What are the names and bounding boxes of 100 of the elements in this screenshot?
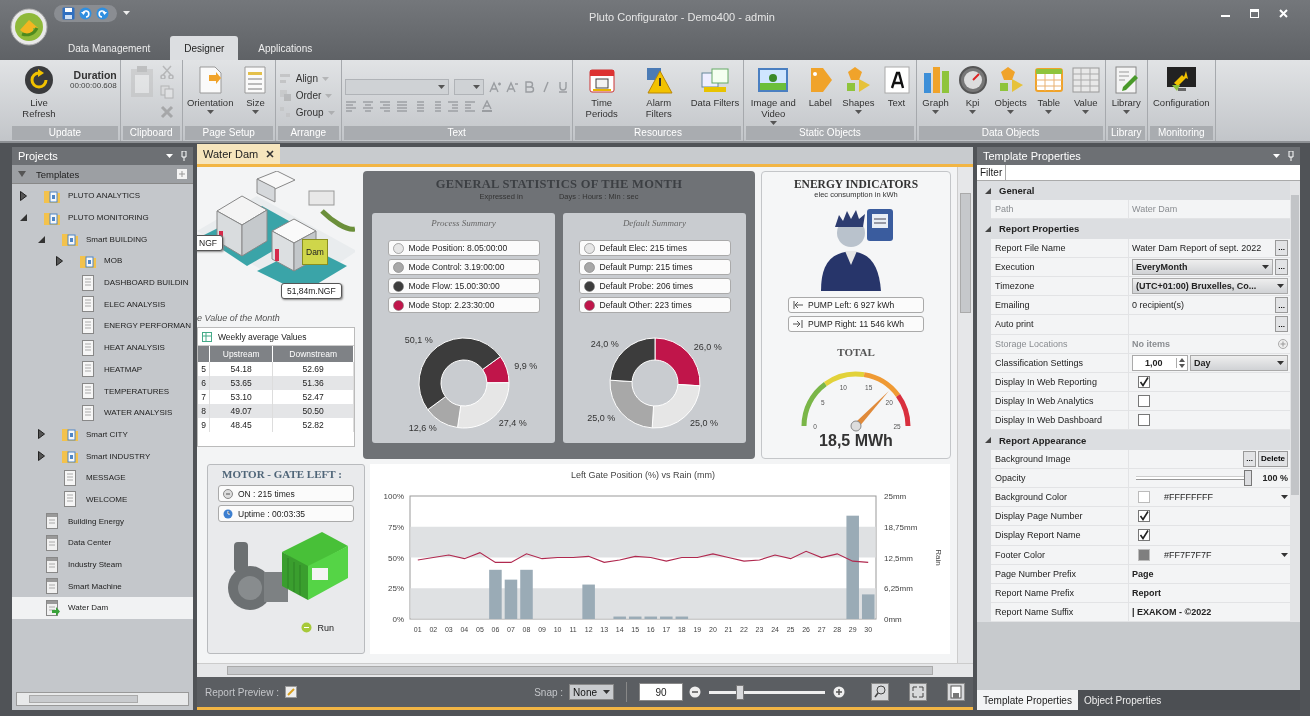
ribbon-button[interactable]: Text: [880, 65, 913, 108]
data-label: 9,9 %: [513, 361, 537, 372]
tree-item[interactable]: ELEC ANALYSIS: [12, 293, 193, 316]
ribbon-button[interactable]: Graph: [919, 65, 952, 114]
tree-item[interactable]: HEATMAP: [12, 358, 193, 381]
data-label: 24,0 %: [590, 339, 619, 350]
axis-tick-label: 6,25mm: [884, 584, 913, 594]
property-label: Display In Web Dashboard: [991, 411, 1129, 430]
property-value: #FFFFFFFF: [1164, 492, 1214, 503]
summary-title: Process Summary: [431, 218, 496, 228]
tree-item[interactable]: Smart BUILDING: [12, 228, 193, 251]
ribbon-button[interactable]: Image and Video: [747, 65, 800, 125]
pump-label: PUMP Left: 6 927 kWh: [808, 300, 895, 310]
tree-item[interactable]: MOB: [12, 250, 193, 272]
property-label: Background Image: [991, 449, 1129, 468]
ellipsis-button[interactable]: ...: [1243, 450, 1256, 467]
ribbon-button[interactable]: Configuration: [1152, 65, 1211, 108]
ribbon-group-label: Page Setup: [184, 126, 273, 140]
stat-label: Uptime : 00:03:35: [238, 508, 306, 519]
ribbon-group-label: Data Objects: [918, 126, 1103, 140]
tree-item[interactable]: TEMPERATURES: [12, 380, 193, 402]
property-value: Page: [1132, 568, 1155, 579]
tree-item[interactable]: Smart Machine: [12, 575, 193, 598]
tree-item[interactable]: PLUTO MONITORING: [12, 206, 193, 229]
ribbon-button[interactable]: Live Refresh: [13, 65, 65, 119]
section-header: Report Appearance: [999, 434, 1087, 446]
panel-tab[interactable]: Template Properties: [977, 690, 1078, 710]
axis-tick-label: 100%: [383, 492, 404, 501]
column-header: Upstream: [209, 346, 273, 362]
tree-item[interactable]: Smart CITY: [12, 423, 193, 446]
dropdown[interactable]: Day: [1190, 354, 1288, 371]
tree-item[interactable]: WATER ANALYSIS: [12, 401, 193, 424]
ellipsis-button[interactable]: ...: [1275, 297, 1288, 314]
duration-label: Duration: [73, 69, 117, 81]
tree-item[interactable]: Building Energy: [12, 510, 193, 532]
tree-item[interactable]: Water Dam: [12, 597, 193, 619]
total-label: TOTAL: [837, 346, 875, 358]
property-label: Report File Name: [991, 238, 1129, 257]
ribbon-button[interactable]: Objects: [993, 65, 1028, 114]
tree-item[interactable]: HEAT ANALYSIS: [12, 336, 193, 359]
tree-item[interactable]: Data Center: [12, 532, 193, 554]
panel-tab[interactable]: Object Properties: [1077, 690, 1168, 710]
property-label: Execution: [991, 257, 1129, 276]
panel-title: Projects: [18, 150, 58, 162]
table-cell: 52.82: [272, 418, 354, 432]
ribbon-button[interactable]: Orientation: [185, 65, 235, 114]
legend-label: Mode Stop: 2.23:30:00: [408, 300, 495, 310]
column-header: Downstream: [272, 346, 354, 362]
tree-item[interactable]: MESSAGE: [12, 466, 193, 489]
axis-title: Rain: [934, 549, 943, 566]
legend-label: Default Elec: 215 times: [599, 243, 687, 253]
ribbon-button[interactable]: Alarm Filters: [632, 65, 685, 119]
property-label: Opacity: [991, 468, 1129, 487]
legend-label: Default Pump: 215 times: [599, 262, 693, 272]
snap-dropdown[interactable]: None: [569, 684, 614, 700]
property-label: Auto print: [991, 315, 1129, 334]
section-header: General: [999, 185, 1035, 197]
property-label: Report Name Suffix: [991, 603, 1129, 622]
ribbon-button[interactable]: Library: [1110, 65, 1143, 114]
data-label: 25,0 %: [586, 413, 615, 424]
tree-item[interactable]: PLUTO ANALYTICS: [12, 185, 193, 207]
preview-label: Report Preview :: [205, 686, 279, 698]
ribbon-button[interactable]: Time Periods: [575, 65, 628, 119]
document-tab[interactable]: Water Dam: [197, 144, 281, 164]
ribbon-tab[interactable]: Applications: [244, 36, 327, 60]
tree-item[interactable]: Industry Steam: [12, 553, 193, 576]
ellipsis-button[interactable]: ...: [1275, 258, 1288, 275]
tree-item[interactable]: DASHBOARD BUILDIN: [12, 271, 193, 294]
property-label: Report Name Prefix: [991, 583, 1129, 603]
number-spinner[interactable]: 1,00: [1132, 354, 1188, 371]
ribbon-tab[interactable]: Data Management: [54, 36, 165, 60]
ribbon-button[interactable]: Label: [804, 65, 837, 108]
ribbon-button[interactable]: Table: [1032, 65, 1065, 114]
ribbon-tab[interactable]: Designer: [170, 36, 239, 60]
ribbon-button[interactable]: Kpi: [956, 65, 989, 114]
tree-item[interactable]: ENERGY PERFORMAN: [12, 315, 193, 337]
pump-label: PUMP Right: 11 546 kWh: [808, 319, 905, 329]
tree-item[interactable]: WELCOME: [12, 488, 193, 511]
ribbon-button[interactable]: Data Filters: [689, 65, 741, 108]
zoom-field[interactable]: 90: [639, 683, 683, 701]
axis-tick-label: 0mm: [884, 615, 902, 624]
ribbon-button[interactable]: Value: [1069, 65, 1102, 114]
ribbon-button[interactable]: Size: [239, 65, 272, 114]
ribbon-button[interactable]: Shapes: [841, 65, 876, 114]
ellipsis-button[interactable]: ...: [1275, 239, 1288, 256]
ribbon-group-label: Clipboard: [122, 126, 180, 140]
table-cell: 53.65: [209, 376, 273, 390]
ribbon-group-label: Static Objects: [746, 126, 914, 140]
delete-button[interactable]: Delete: [1258, 450, 1288, 467]
dropdown[interactable]: (UTC+01:00) Bruxelles, Co...: [1132, 278, 1288, 295]
dropdown[interactable]: EveryMonth: [1132, 258, 1274, 275]
ribbon-group-label: Text: [343, 126, 570, 140]
caption: e Value of the Month: [197, 313, 281, 323]
status-label: Run: [317, 622, 334, 633]
level-label: NGF: [197, 235, 223, 251]
tree-item[interactable]: Smart INDUSTRY: [12, 445, 193, 467]
ellipsis-button[interactable]: ...: [1275, 316, 1288, 333]
gauge-reading: 18,5 MWh: [819, 432, 893, 450]
axis-tick-label: 75%: [388, 522, 404, 532]
templates-header[interactable]: Templates: [12, 165, 193, 184]
